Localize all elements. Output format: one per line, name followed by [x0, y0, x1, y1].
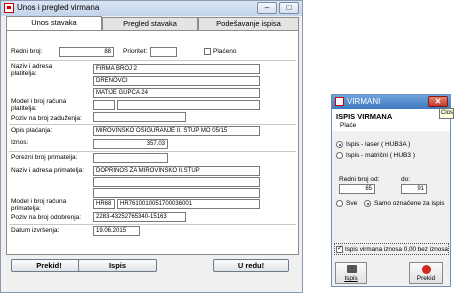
- model-primatelj-label: Model i broj računa primatelja:: [11, 198, 67, 212]
- opis-field[interactable]: MIROVINSKO OSIGURANJE II. STUP MO 05/15: [93, 126, 260, 136]
- tab-podesavanje-ispisa[interactable]: Podešavanje ispisa: [198, 17, 299, 30]
- form-panel: Redni broj: 88 Prioritet: Plaćeno Naziv …: [6, 30, 299, 255]
- poziv-odobrenje-field[interactable]: 2283-43252765340-15163: [93, 212, 186, 222]
- dialog-title: VIRMANI: [347, 97, 381, 106]
- poziv-odobrenje-label: Poziv na broj odobrenja:: [11, 214, 82, 221]
- datum-field[interactable]: 19.06.2015: [93, 226, 140, 236]
- dialog-prekid-button[interactable]: Prekid: [409, 262, 443, 284]
- model-platitelj-label: Model i broj računa platitelja:: [11, 98, 67, 112]
- primatelj-line3-field[interactable]: [93, 188, 260, 198]
- poziv-zaduzenje-label: Poziv na broj zaduženja:: [11, 115, 82, 122]
- window-title: Unos i pregled virmana: [17, 3, 100, 12]
- platitelj-label: Naziv i adresa platitelja:: [11, 63, 53, 77]
- poziv-zaduzenje-field[interactable]: [93, 112, 186, 122]
- prekid-button[interactable]: Prekid!: [11, 259, 87, 272]
- divider: [9, 224, 296, 225]
- dialog-heading: ISPIS VIRMANA: [336, 112, 393, 121]
- minimize-button[interactable]: –: [257, 2, 277, 14]
- model-primatelj-field[interactable]: HR68: [93, 199, 115, 209]
- primatelj-line1-field[interactable]: DOPRINOS ZA MIROVINSKO II.STUP: [93, 166, 260, 176]
- tab-unos-stavaka[interactable]: Unos stavaka: [6, 16, 102, 31]
- divider: [9, 124, 296, 125]
- divider: [9, 151, 296, 152]
- maximize-button[interactable]: □: [279, 2, 299, 14]
- racun-platitelj-field[interactable]: [117, 100, 260, 110]
- app-icon: [4, 3, 14, 13]
- sve-radio[interactable]: [336, 200, 343, 207]
- placeno-checkbox[interactable]: [204, 48, 211, 55]
- samo-radio[interactable]: [364, 200, 371, 207]
- placeno-label: Plaćeno: [213, 48, 237, 55]
- od-label: Redni broj od:: [339, 176, 380, 183]
- virmani-dialog: VIRMANI ✕ ISPIS VIRMANA Plaće Ispis - la…: [331, 94, 451, 287]
- matricni-radio[interactable]: [336, 152, 343, 159]
- dialog-subheading: Plaće: [340, 122, 357, 129]
- od-field[interactable]: 85: [339, 184, 375, 194]
- prioritet-field[interactable]: [150, 47, 177, 57]
- redni-broj-label: Redni broj:: [11, 48, 43, 55]
- uredu-button[interactable]: U redu!: [213, 259, 289, 272]
- laser-radio[interactable]: [336, 141, 343, 148]
- iznos-label: Iznos:: [11, 139, 29, 146]
- printer-icon: [347, 265, 357, 273]
- datum-label: Datum izvršenja:: [11, 227, 60, 234]
- stop-icon: [422, 265, 431, 274]
- porezni-broj-field[interactable]: [93, 153, 168, 163]
- iznos-field[interactable]: 357,03: [93, 139, 168, 149]
- samo-label: Samo označene za ispis: [374, 200, 445, 207]
- model-platitelj-field[interactable]: [93, 100, 115, 110]
- racun-primatelj-field[interactable]: HR7610010051700036001: [117, 199, 260, 209]
- dialog-header: ISPIS VIRMANA Plaće: [332, 109, 450, 131]
- nula-label: Ispis virmana iznosa 0,00 bez iznosa: [345, 246, 448, 253]
- primatelj-label: Naziv i adresa primatelja:: [11, 167, 84, 174]
- porezni-broj-label: Porezni broj primatelja:: [11, 154, 78, 161]
- do-field[interactable]: 91: [401, 184, 427, 194]
- nula-option[interactable]: ✓ Ispis virmana iznosa 0,00 bez iznosa: [334, 243, 449, 255]
- close-icon[interactable]: ✕: [428, 96, 448, 107]
- ispis-button[interactable]: Ispis: [78, 259, 157, 272]
- prioritet-label: Prioritet:: [123, 48, 148, 55]
- divider: [9, 60, 296, 61]
- platitelj-line2-field[interactable]: DRENOVCI: [93, 76, 260, 86]
- dialog-app-icon: [335, 97, 344, 106]
- do-label: do:: [401, 176, 411, 183]
- dialog-title-bar: VIRMANI ✕: [332, 95, 450, 109]
- tab-pregled-stavaka[interactable]: Pregled stavaka: [102, 17, 198, 30]
- redni-broj-field[interactable]: 88: [59, 47, 114, 57]
- platitelj-line3-field[interactable]: MATIJE GUPCA 24: [93, 88, 260, 98]
- primatelj-line2-field[interactable]: [93, 177, 260, 187]
- title-bar: Unos i pregled virmana – □: [1, 1, 302, 16]
- sve-label: Sve: [346, 200, 358, 207]
- close-tooltip: Close: [439, 108, 454, 119]
- main-window: Unos i pregled virmana – □ Unos stavaka …: [0, 0, 303, 293]
- matricni-label: Ispis - matrični ( HUB3 ): [346, 152, 415, 159]
- opis-label: Opis plaćanja:: [11, 127, 53, 134]
- dialog-ispis-button[interactable]: Ispis: [335, 262, 367, 284]
- laser-label: Ispis - laser ( HUB3A ): [346, 141, 411, 148]
- platitelj-line1-field[interactable]: FIRMA BROJ 2: [93, 64, 260, 74]
